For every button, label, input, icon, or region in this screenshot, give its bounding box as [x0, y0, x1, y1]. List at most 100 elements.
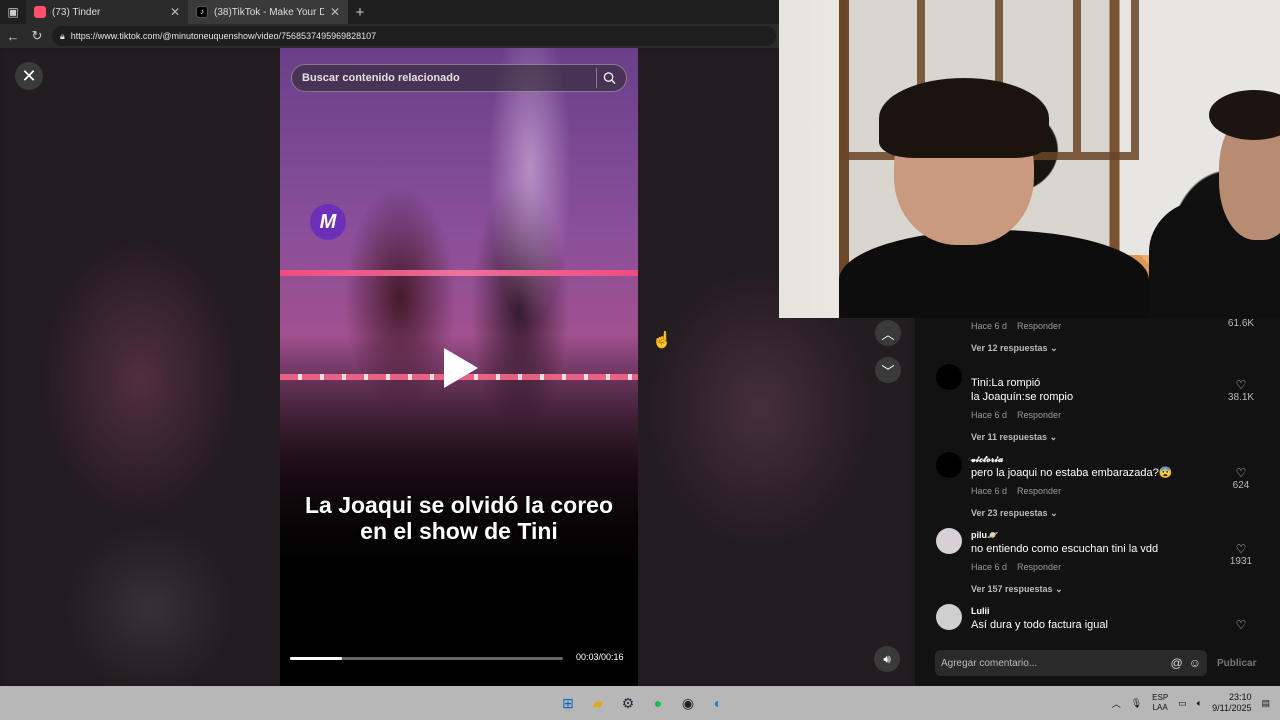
- address-bar-row: ← ↻ 🔒︎ https://www.tiktok.com/@minutoneu…: [0, 24, 780, 48]
- steam-button[interactable]: ⚙: [616, 691, 640, 715]
- comment-meta: Hace 6 d Responder: [971, 484, 1211, 498]
- view-replies-button[interactable]: Ver 11 respuestas ⌄: [971, 430, 1211, 444]
- view-replies-label: Ver 23 respuestas: [971, 508, 1048, 518]
- previous-video-button[interactable]: ︿: [875, 320, 901, 346]
- person-left-body: [839, 230, 1149, 318]
- comment-username[interactable]: 𝓿𝓲𝓬𝓽𝓸𝓻𝓲𝓪: [971, 452, 1211, 466]
- close-icon: ✕: [21, 65, 37, 86]
- search-button[interactable]: [596, 68, 616, 88]
- site-info-icon[interactable]: 🔒︎: [60, 31, 65, 42]
- like-button[interactable]: ♡ 624: [1226, 466, 1256, 491]
- view-replies-button[interactable]: Ver 23 respuestas ⌄: [971, 506, 1211, 520]
- volume-icon[interactable]: 🔈︎: [1197, 698, 1202, 709]
- clock-time: 23:10: [1228, 692, 1252, 702]
- comment-text: Tini:La rompió: [971, 377, 1041, 389]
- language-indicator[interactable]: ESP LAA: [1152, 693, 1168, 713]
- reply-button[interactable]: Responder: [1017, 410, 1061, 420]
- comment-text: pero la joaqui no estaba embarazada?😨: [971, 467, 1173, 479]
- avatar[interactable]: [936, 604, 962, 630]
- publish-button[interactable]: Publicar: [1217, 658, 1256, 669]
- comment-meta: Hace 6 d Responder: [971, 408, 1211, 422]
- close-video-button[interactable]: ✕: [15, 62, 43, 90]
- stage-light: [280, 270, 638, 276]
- comment-username[interactable]: pilu🪐: [971, 528, 1211, 542]
- obs-icon: ◉: [681, 694, 695, 711]
- url-text: https://www.tiktok.com/@minutoneuquensho…: [70, 31, 377, 41]
- network-icon[interactable]: ▭: [1178, 698, 1187, 709]
- tab-tinder[interactable]: (73) Tinder ✕: [26, 0, 188, 24]
- avatar[interactable]: [936, 452, 962, 478]
- url-field[interactable]: 🔒︎ https://www.tiktok.com/@minutoneuquen…: [52, 26, 776, 46]
- heart-icon: ♡: [1235, 466, 1247, 480]
- comment-meta: Hace 6 d Responder: [971, 560, 1211, 574]
- microphone-icon[interactable]: 🎙︎: [1131, 698, 1142, 709]
- comment-time: Hace 6 d: [971, 486, 1008, 496]
- related-search-bar[interactable]: [291, 64, 627, 92]
- person-right-hair: [1209, 90, 1280, 140]
- seek-bar[interactable]: [290, 657, 563, 660]
- tab-tiktok[interactable]: ♪ (38)TikTok - Make Your Day ✕: [188, 0, 348, 24]
- view-replies-button[interactable]: Ver 12 respuestas ⌄: [971, 341, 1211, 355]
- tab-label: (73) Tinder: [52, 6, 101, 18]
- comment-body: Tini:La rompió la Joaquín:se rompio Hace…: [971, 376, 1211, 444]
- comment-input[interactable]: [941, 657, 1165, 669]
- like-count: 624: [1232, 480, 1250, 491]
- seek-bar-fill: [290, 657, 342, 660]
- comment-text: la Joaquín:se rompio: [971, 391, 1074, 403]
- screen: ▣ (73) Tinder ✕ ♪ (38)TikTok - Make Your…: [0, 0, 1280, 720]
- tab-actions-icon[interactable]: ▣: [0, 0, 26, 24]
- start-button[interactable]: ⊞: [556, 691, 580, 715]
- next-video-button[interactable]: ﹀: [875, 357, 901, 383]
- view-replies-button[interactable]: Ver 157 respuestas ⌄: [971, 582, 1211, 596]
- tab-close-icon[interactable]: ✕: [330, 5, 340, 19]
- volume-button[interactable]: 🔊︎: [874, 646, 900, 672]
- reload-icon[interactable]: ↻: [28, 28, 46, 44]
- spotify-icon: ●: [653, 695, 663, 711]
- edge-button[interactable]: ◐: [706, 691, 730, 715]
- emoji-icon[interactable]: ☺: [1189, 656, 1201, 670]
- video-player[interactable]: M La Joaqui se olvidó la coreo en el sho…: [280, 48, 638, 686]
- taskbar: ⊞ ▰ ⚙ ● ◉ ◐ ︿ 🎙︎ ESP LAA ▭ 🔈︎ 23:10 9/11…: [0, 686, 1280, 720]
- notifications-icon[interactable]: ▤: [1261, 698, 1270, 709]
- comments-panel: Hace 6 d Responder Ver 12 respuestas ⌄ 61…: [915, 318, 1280, 686]
- clock-date: 9/11/2025: [1212, 703, 1252, 713]
- chevron-down-icon: ﹀: [881, 363, 895, 379]
- reply-button[interactable]: Responder: [1017, 486, 1061, 496]
- steam-icon: ⚙: [621, 694, 635, 711]
- comment-input-box[interactable]: @ ☺: [935, 650, 1207, 676]
- browser-tabbar: ▣ (73) Tinder ✕ ♪ (38)TikTok - Make Your…: [0, 0, 780, 24]
- play-icon[interactable]: [444, 348, 478, 388]
- file-explorer-button[interactable]: ▰: [586, 691, 610, 715]
- related-search-input[interactable]: [302, 72, 596, 84]
- heart-icon: ♡: [1235, 542, 1247, 556]
- like-button[interactable]: ♡: [1226, 618, 1256, 632]
- language-code: ESP: [1152, 693, 1169, 702]
- view-replies-label: Ver 157 respuestas: [971, 584, 1053, 594]
- webcam-overlay: [779, 0, 1280, 318]
- keyboard-layout: LAA: [1152, 703, 1168, 712]
- windows-icon: ⊞: [562, 694, 574, 711]
- reply-button[interactable]: Responder: [1017, 562, 1061, 572]
- comment-username[interactable]: Lulii: [971, 604, 1211, 618]
- view-replies-label: Ver 11 respuestas: [971, 432, 1048, 442]
- chevron-up-icon[interactable]: ︿: [1112, 697, 1121, 710]
- like-button[interactable]: ♡ 1931: [1226, 542, 1256, 567]
- avatar[interactable]: [936, 364, 962, 390]
- tab-close-icon[interactable]: ✕: [170, 5, 180, 19]
- mention-icon[interactable]: @: [1171, 656, 1183, 670]
- reply-button[interactable]: Responder: [1017, 321, 1061, 331]
- new-tab-icon[interactable]: +: [348, 4, 372, 21]
- tab-label: (38)TikTok - Make Your Day: [214, 6, 324, 18]
- spotify-button[interactable]: ●: [646, 691, 670, 715]
- search-icon: [603, 72, 616, 85]
- folder-icon: ▰: [592, 694, 604, 711]
- comment-body: pilu🪐 no entiendo como escuchan tini la …: [971, 528, 1211, 596]
- caption-line: en el show de Tini: [360, 518, 558, 544]
- obs-button[interactable]: ◉: [676, 691, 700, 715]
- clock[interactable]: 23:10 9/11/2025: [1212, 692, 1251, 714]
- avatar[interactable]: [936, 528, 962, 554]
- back-icon[interactable]: ←: [4, 29, 22, 44]
- like-button[interactable]: ♡ 38.1K: [1226, 378, 1256, 403]
- heart-icon: ♡: [1235, 618, 1247, 632]
- chevron-up-icon: ︿: [881, 326, 895, 342]
